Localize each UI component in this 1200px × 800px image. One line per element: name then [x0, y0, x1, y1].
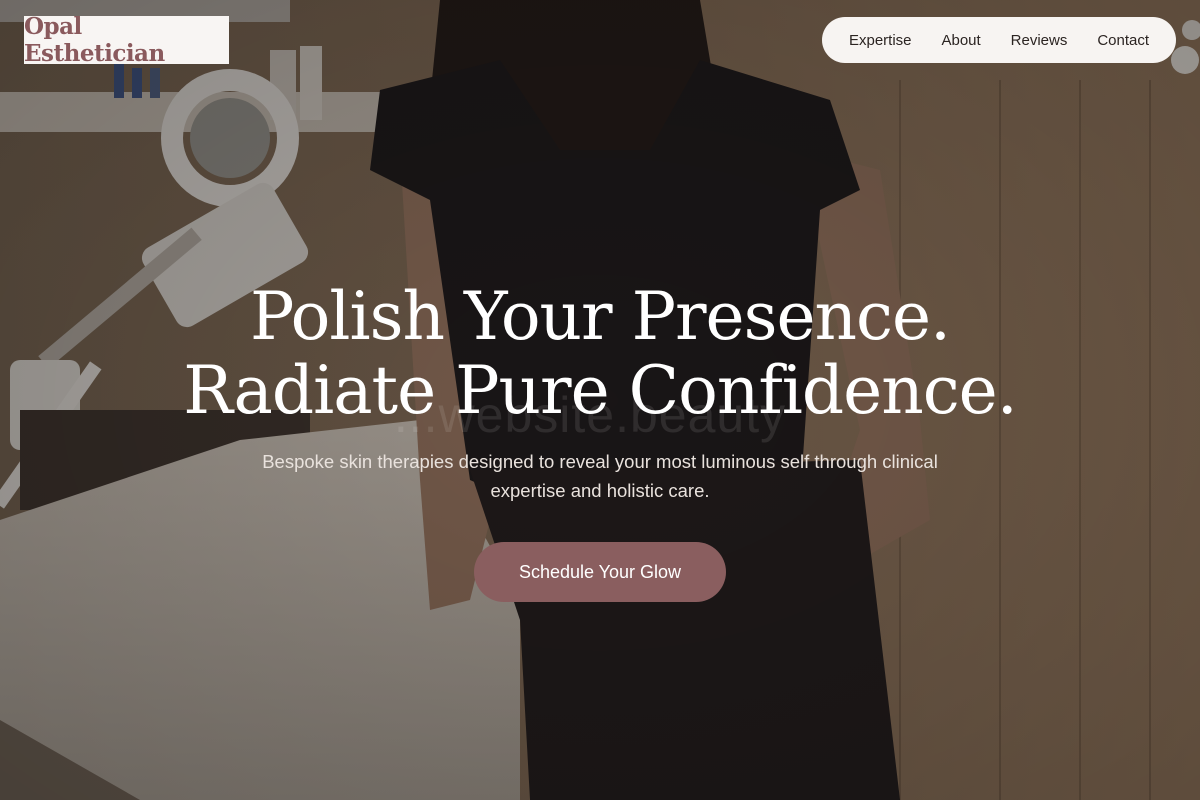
nav-item-reviews[interactable]: Reviews [1011, 32, 1068, 49]
nav-item-expertise[interactable]: Expertise [849, 32, 912, 49]
headline-line-1: Polish Your Presence. [249, 278, 951, 355]
main-nav: Expertise About Reviews Contact [822, 17, 1176, 63]
nav-item-about[interactable]: About [941, 32, 980, 49]
headline-line-2: Radiate Pure Confidence. [183, 352, 1017, 429]
hero-subtitle: Bespoke skin therapies designed to revea… [262, 451, 938, 501]
schedule-button[interactable]: Schedule Your Glow [474, 542, 726, 602]
nav-item-contact[interactable]: Contact [1097, 32, 1149, 49]
hero-headline: Polish Your Presence. Radiate Pure Confi… [0, 280, 1200, 428]
brand-logo[interactable]: Opal Esthetician [24, 13, 229, 67]
